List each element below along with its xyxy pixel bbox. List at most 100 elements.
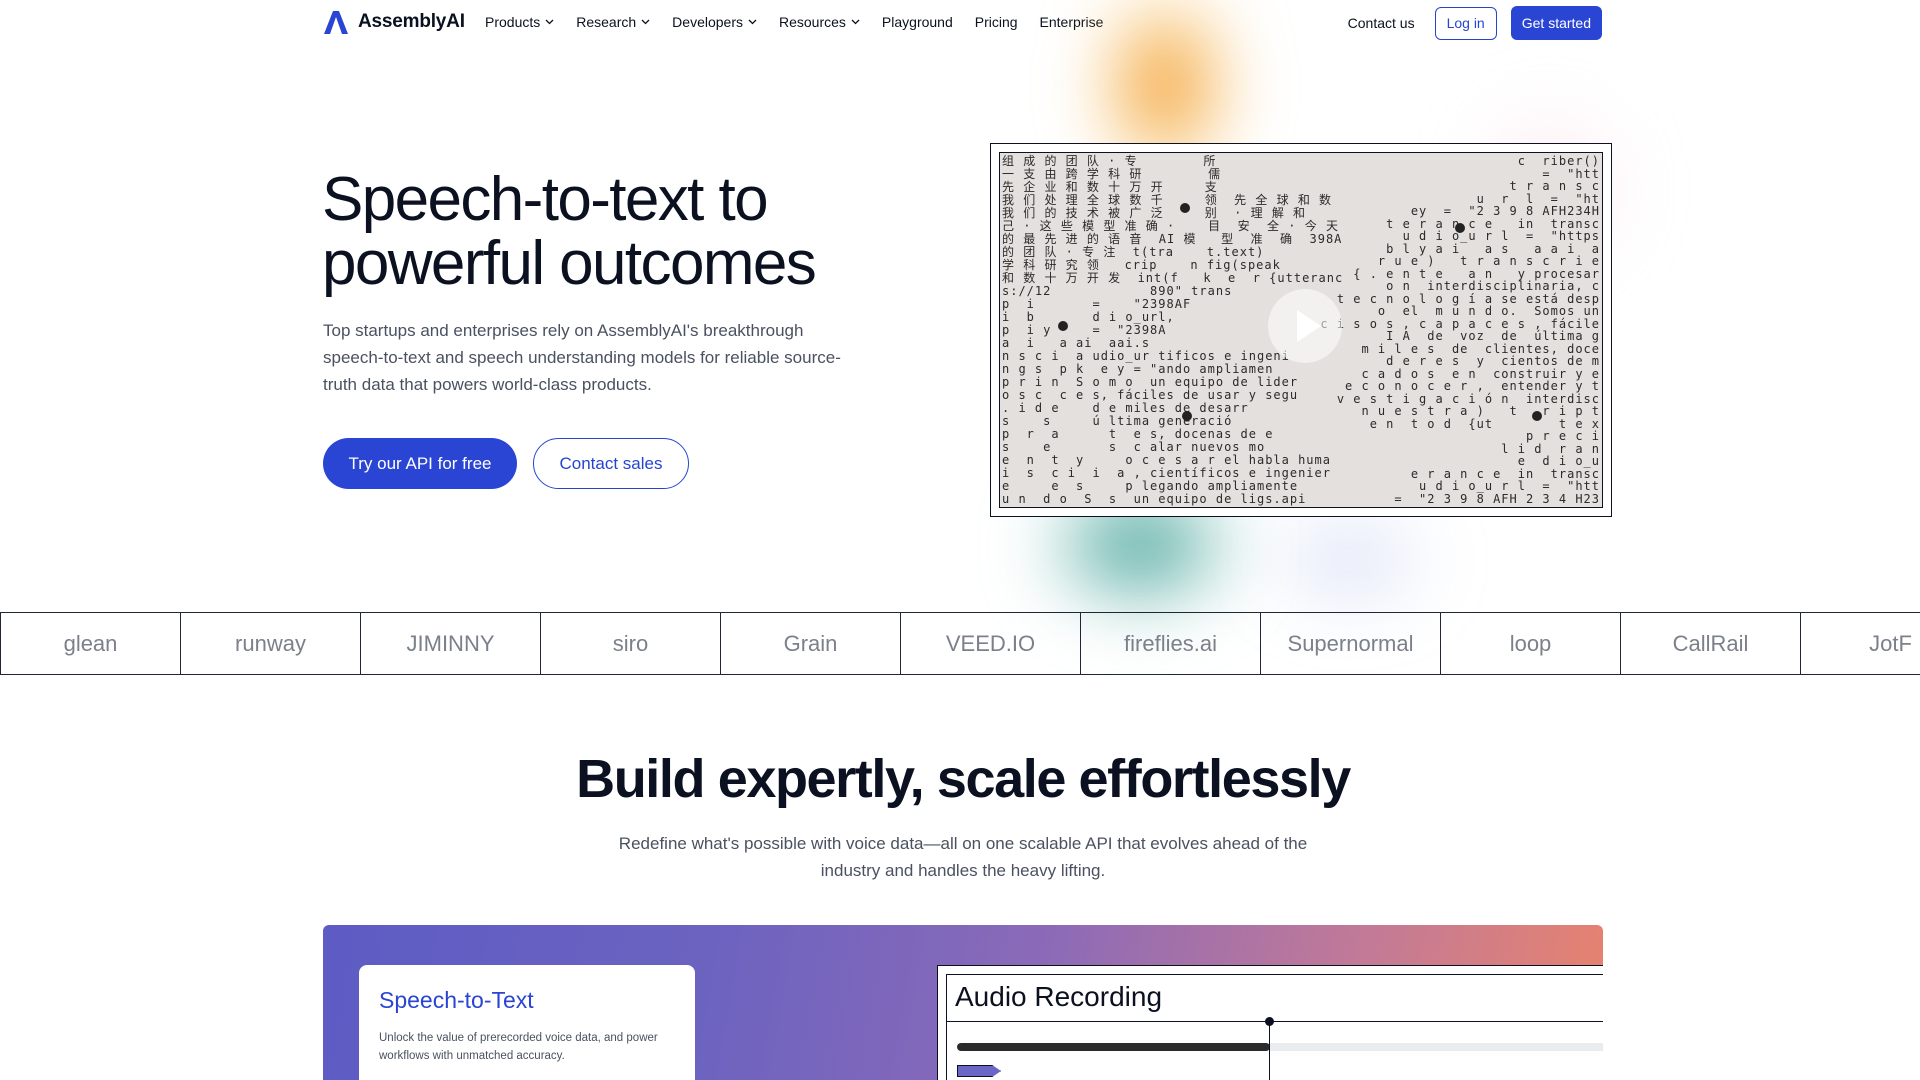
code-line: e c o n o c e r , entender y t <box>1345 379 1600 393</box>
section-title: Build expertly, scale effortlessly <box>576 749 1351 809</box>
code-line: n s c i a udio_ur tificos e ingeni <box>1002 349 1290 363</box>
nav-item-resources[interactable]: Resources <box>779 14 860 30</box>
nav-item-label: Research <box>576 14 637 30</box>
audio-playhead[interactable] <box>1269 1021 1270 1080</box>
audio-recording-title: Audio Recording <box>955 981 1163 1012</box>
customer-logo-text: loop <box>1509 630 1552 656</box>
login-button[interactable]: Log in <box>1434 6 1497 40</box>
customer-logo-strip: glean runway JIMINNY siro Grain VEED.IO firefl… <box>0 612 1920 675</box>
code-line: I A de voz de última g <box>1386 329 1600 343</box>
contact-us-link[interactable]: Contact us <box>1348 15 1415 31</box>
nav-item-enterprise[interactable]: Enterprise <box>1040 14 1104 30</box>
contact-sales-button[interactable]: Contact sales <box>533 438 689 489</box>
customer-logo: runway <box>180 613 360 674</box>
nav-menu: Products Research Developers Resources P… <box>485 14 1125 30</box>
feature-card[interactable]: Speech-to-Text Unlock the value of prere… <box>359 965 695 1080</box>
audio-progress-track[interactable] <box>957 1043 1270 1051</box>
customer-logo-text: fireflies.ai <box>1124 630 1217 656</box>
code-line: s s ú ltima generació <box>1002 414 1233 428</box>
code-line: ey = "2 3 9 8 AFH234H <box>1410 204 1600 218</box>
customer-logo: JIMINNY <box>360 613 540 674</box>
hero-video[interactable]: 组 成 的 团 队 · 专 所一 支 由 跨 学 科 研 儒先 企 业 和 数 … <box>999 152 1603 508</box>
hero-subtitle: Top startups and enterprises rely on Ass… <box>323 321 841 394</box>
nav-item-products[interactable]: Products <box>485 14 554 30</box>
section-subtitle: Redefine what's possible with voice data… <box>618 834 1308 880</box>
code-line: p r i n S o m o un equipo de lider <box>1002 375 1299 389</box>
code-line: e r a n c e in transc <box>1410 466 1600 481</box>
nav-item-label: Developers <box>672 14 743 30</box>
code-line: 的 团 队 · 专 注 t(tra t.text) <box>1002 245 1265 259</box>
brand-logo[interactable]: AssemblyAI <box>322 10 465 34</box>
nav-item-label: Playground <box>881 14 953 30</box>
dot-marker <box>1182 411 1192 421</box>
code-line: 己 · 这 些 模 型 准 确 · 目 安 全 · 今 天 <box>1002 219 1339 233</box>
nav-item-research[interactable]: Research <box>576 14 650 30</box>
audio-playhead-handle[interactable] <box>1265 1017 1274 1026</box>
nav-item-label: Products <box>485 14 541 30</box>
nav-item-developers[interactable]: Developers <box>672 14 757 30</box>
code-line: o s c c e s, fáciles de usar y segu <box>1002 388 1299 402</box>
nav-item-label: Resources <box>779 14 846 30</box>
code-line: n g s p k e y = "ando ampliamen <box>1002 362 1274 376</box>
try-api-button[interactable]: Try our API for free <box>323 438 517 489</box>
audio-recording-inner: Audio Recording <box>946 974 1603 1080</box>
nav-item-playground[interactable]: Playground <box>882 14 953 30</box>
code-line: p i = "2398AF <box>1002 297 1192 311</box>
nav-item-pricing[interactable]: Pricing <box>975 14 1018 30</box>
audio-recording-widget: Audio Recording <box>937 965 1603 1080</box>
code-line: u r l = "ht <box>1476 191 1600 206</box>
code-line: 先 企 业 和 数 十 万 开 支 <box>1002 180 1218 194</box>
customer-logo: Supernormal <box>1260 613 1440 674</box>
code-line: r u e ) t r a n s c r i e <box>1377 254 1600 268</box>
code-line: t e c n o l o g í a se está desp <box>1336 291 1600 306</box>
dot-marker <box>1455 223 1465 233</box>
play-button[interactable] <box>1268 289 1342 363</box>
code-line: 组 成 的 团 队 · 专 所 <box>1002 154 1217 168</box>
code-line: { . e n t e a n y procesar <box>1353 266 1600 281</box>
code-line: n u e s t r a ) t r i p t <box>1361 404 1600 418</box>
customer-logo: loop <box>1440 613 1620 674</box>
audio-track-remaining <box>1270 1043 1603 1051</box>
code-line: 一 支 由 跨 学 科 研 儒 <box>1002 167 1222 181</box>
code-line: u d i o_u r l = "htt <box>1419 479 1600 493</box>
customer-logo-text: siro <box>612 630 649 656</box>
customer-logo-text: runway <box>235 630 306 656</box>
nav-item-label: Enterprise <box>1039 14 1104 30</box>
code-line: a i a ai aai.s <box>1002 336 1151 350</box>
customer-logo-text: CallRail <box>1672 630 1749 656</box>
customer-logo-text: VEED.IO <box>945 630 1036 656</box>
customer-logo: fireflies.ai <box>1080 613 1260 674</box>
decorative-glow-blue <box>1270 520 1430 600</box>
code-line: . i d e d e miles de desarr <box>1002 401 1249 415</box>
customer-logo-text: glean <box>63 630 118 656</box>
code-line: d e r e s y cientos de m <box>1386 354 1600 368</box>
code-line: e n t o d {ut t e x <box>1369 416 1600 431</box>
chevron-down-icon <box>748 19 757 25</box>
code-line: o el m u n d o. Somos un <box>1377 304 1600 318</box>
customer-logo-text: JIMINNY <box>406 630 495 656</box>
code-line: l i d r a n <box>1501 441 1600 456</box>
code-line: b l y a i a s a a i a <box>1386 241 1600 256</box>
customer-logo: glean <box>0 613 180 674</box>
chevron-down-icon <box>545 19 554 25</box>
hero-title: Speech-to-text to powerful outcomes <box>322 165 817 298</box>
code-line: p r a t e s, docenas de e <box>1002 427 1274 441</box>
customer-logo-text: Supernormal <box>1287 630 1414 656</box>
customer-logo: Grain <box>720 613 900 674</box>
feature-panel: Speech-to-Text Unlock the value of prere… <box>323 925 1603 1080</box>
code-line: p r e c i <box>1525 429 1600 443</box>
code-line: o n interdisciplinaria, c <box>1386 279 1600 293</box>
code-line: s://12 890" trans <box>1002 284 1233 298</box>
code-line: u d i o_u r l = "https <box>1402 229 1600 243</box>
code-line: e e s p legando ampliamente <box>1002 479 1299 493</box>
play-icon <box>1297 310 1321 342</box>
customer-logo-text: Grain <box>783 630 838 656</box>
nav-actions: Contact us Log in Get started <box>1348 6 1602 40</box>
code-line: u n d o S s un equipo de ligs.api <box>1002 492 1307 506</box>
code-line: p i y = "2398A <box>1002 323 1167 337</box>
audio-segment-marker <box>957 1065 1001 1077</box>
get-started-button[interactable]: Get started <box>1510 6 1602 40</box>
code-line: t r a n s c <box>1509 179 1600 193</box>
code-line: e n t y o c e s a r el habla huma <box>1002 453 1331 467</box>
dot-marker <box>1180 203 1190 213</box>
